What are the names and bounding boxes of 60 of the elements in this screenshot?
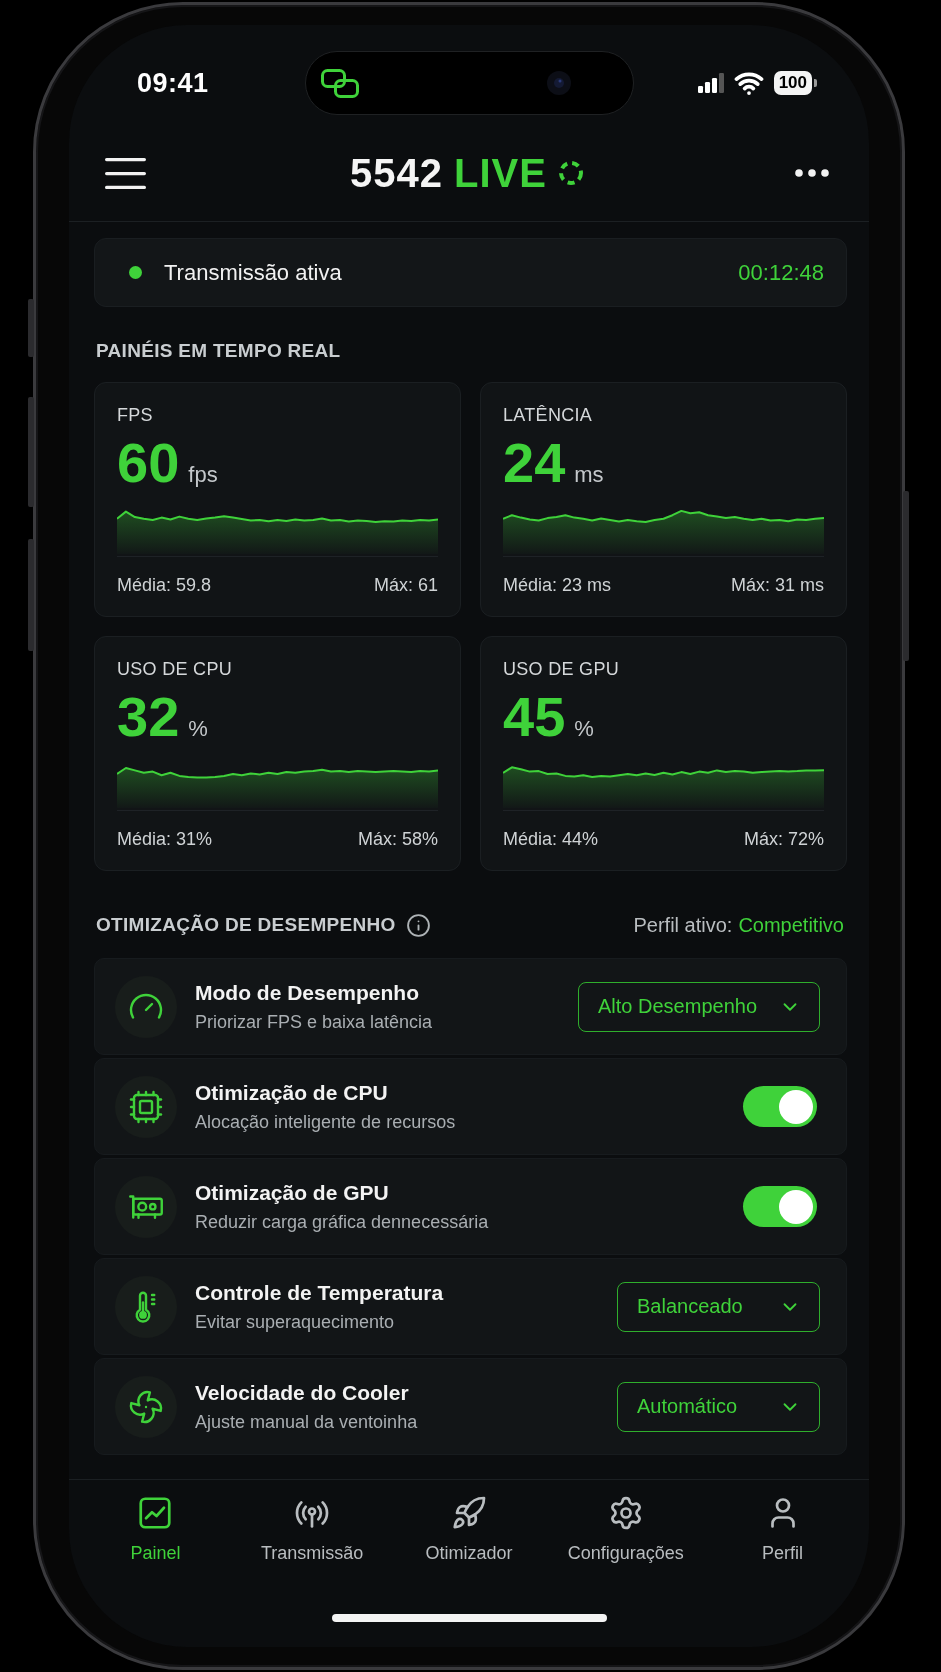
metric-max: Máx: 31 ms [730,575,824,596]
metric-unit: ms [574,462,604,488]
nav-tab[interactable]: Configurações [567,1495,684,1564]
metric-unit: fps [188,462,218,488]
setting-title: Otimização de GPU [195,1180,390,1205]
metric-unit: % [188,716,208,742]
info-icon[interactable] [405,912,431,938]
metric-label: USO DE GPU [503,658,621,680]
metric-max: Máx: 72% [743,829,824,850]
stream-status-label: Transmissão ativa [164,259,343,286]
toggle-switch[interactable] [743,1086,817,1127]
rocket-icon [451,1495,487,1531]
metric-value: 24 [503,432,566,494]
nav-tab[interactable]: Transmissão [261,1495,364,1564]
profile-value: Competitivo [738,913,844,937]
metric-unit: % [574,716,594,742]
setting-title: Controle de Temperatura [195,1280,445,1305]
battery-indicator: 100 [773,71,817,95]
profile-label: Perfil ativo: [633,913,733,937]
status-time: 09:41 [137,67,209,99]
chart-icon [137,1495,174,1531]
setting-description: Reduzir carga gráfica dennecessária [195,1211,490,1233]
metric-average: Média: 44% [503,829,599,850]
section-title: OTIMIZAÇÃO DE DESEMPENHO [96,913,396,937]
loading-icon [557,160,584,186]
metric-average: Média: 31% [117,829,213,850]
section-title: PAINÉIS EM TEMPO REAL [96,339,342,363]
metric-max: Máx: 61 [373,575,438,596]
more-icon[interactable] [795,169,829,177]
metric-label: USO DE CPU [117,658,234,680]
metric-value: 60 [117,432,180,494]
nav-tab[interactable]: Perfil [762,1495,804,1564]
metric-value: 45 [503,686,566,748]
setting-title: Velocidade do Cooler [195,1380,410,1405]
metric-average: Média: 23 ms [503,575,612,596]
toggle-switch[interactable] [743,1186,817,1227]
setting-title: Modo de Desempenho [195,980,421,1005]
setting-title: Otimização de CPU [195,1080,389,1105]
metric-label: LATÊNCIA [503,404,594,426]
live-label: LIVE [454,150,547,196]
dropdown-select[interactable]: Alto Desempenho [578,981,820,1032]
nav-tab[interactable]: Otimizador [425,1495,513,1564]
nav-tab[interactable]: Painel [130,1495,181,1564]
metric-value: 32 [117,686,180,748]
dropdown-select[interactable]: Automático [617,1381,820,1432]
setting-description: Evitar superaquecimento [195,1311,396,1333]
setting-description: Ajuste manual da ventoinha [195,1411,419,1433]
dropdown-select[interactable]: Balanceado [617,1281,820,1332]
metric-label: FPS [117,404,154,426]
linked-squares-icon [320,68,359,98]
app-title: 5542 [350,150,444,196]
setting-description: Alocação inteligente de recursos [195,1111,457,1133]
signal-icon [697,73,724,93]
setting-description: Priorizar FPS e baixa latência [195,1011,434,1033]
menu-icon[interactable] [105,157,146,189]
metric-average: Média: 59.8 [117,575,212,596]
camera-lens-icon [546,71,571,95]
phone-side-key [28,299,34,357]
metric-max: Máx: 58% [357,829,438,850]
stream-timer: 00:12:48 [738,259,824,286]
